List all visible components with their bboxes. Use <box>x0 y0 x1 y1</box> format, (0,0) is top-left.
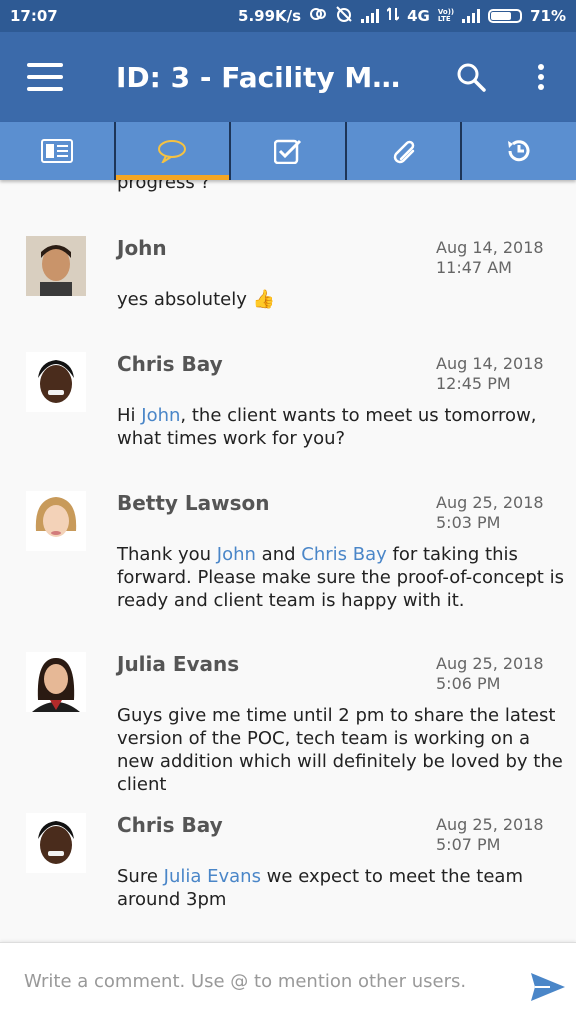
user-mention-link[interactable]: John <box>141 405 180 426</box>
comment-text: Sure <box>117 866 164 887</box>
more-vert-icon <box>538 64 544 90</box>
send-button[interactable] <box>528 967 568 1007</box>
app-bar: ID: 3 - Facility Man... <box>0 32 576 122</box>
tab-history[interactable] <box>462 122 576 180</box>
comment-date: Aug 25, 2018 5:03 PM <box>436 493 544 533</box>
comment-body: Thank you John and Chris Bay for taking … <box>117 543 567 612</box>
user-mention-link[interactable]: Chris Bay <box>301 544 387 565</box>
comment-body: Sure Julia Evans we expect to meet the t… <box>117 865 567 911</box>
signal-icon <box>361 9 380 23</box>
truncated-comment-text: progress ? <box>117 180 210 193</box>
comment-composer <box>0 942 576 1024</box>
comment-list[interactable]: progress ? John Aug 14, 2018 11:47 AM ye… <box>0 180 576 942</box>
battery-fill <box>491 12 511 20</box>
comment-author[interactable]: Chris Bay <box>117 352 223 376</box>
comment-body: yes absolutely 👍 <box>117 288 567 311</box>
volte-bottom-label: LTE <box>437 15 451 23</box>
tab-attachments[interactable] <box>347 122 463 180</box>
avatar[interactable] <box>26 491 86 551</box>
comment-date-time: 11:47 AM <box>436 258 512 277</box>
user-mention-link[interactable]: John <box>217 544 256 565</box>
page-title: ID: 3 - Facility Man... <box>116 60 436 94</box>
comment-text: yes absolutely <box>117 289 253 310</box>
network-type: 4G <box>407 7 430 25</box>
history-icon <box>508 140 530 162</box>
overflow-menu-button[interactable] <box>506 32 576 122</box>
status-indicators: 5.99K/s 4G Vo)) LTE 71% <box>238 5 566 27</box>
comment-input[interactable] <box>24 971 504 992</box>
comment-text: , the client wants to meet us tomorrow, … <box>117 405 537 449</box>
user-mention-link[interactable]: Julia Evans <box>164 866 261 887</box>
comment-date-day: Aug 25, 2018 <box>436 493 544 512</box>
comment-text: Thank you <box>117 544 217 565</box>
search-icon <box>457 63 486 92</box>
comment-date-day: Aug 14, 2018 <box>436 354 544 373</box>
tab-bar <box>0 122 576 180</box>
status-bar: 17:07 5.99K/s 4G Vo)) LTE 71% <box>0 0 576 32</box>
comment-date-time: 5:07 PM <box>436 835 501 854</box>
comment-date-day: Aug 25, 2018 <box>436 815 544 834</box>
tab-comments[interactable] <box>115 122 232 180</box>
sync-icon <box>309 6 327 26</box>
comments-icon <box>158 140 187 163</box>
comment-date: Aug 25, 2018 5:07 PM <box>436 815 544 855</box>
signal-icon-2 <box>462 9 481 23</box>
avatar[interactable] <box>26 652 86 712</box>
hamburger-menu-icon <box>27 63 63 91</box>
comment-date: Aug 25, 2018 5:06 PM <box>436 654 544 694</box>
comment-date: Aug 14, 2018 11:47 AM <box>436 238 544 278</box>
data-transfer-icon <box>386 6 400 26</box>
avatar[interactable] <box>26 236 86 296</box>
send-icon <box>531 973 565 1001</box>
menu-button[interactable] <box>0 32 90 122</box>
comment-date-day: Aug 25, 2018 <box>436 654 544 673</box>
tasks-icon <box>273 139 302 164</box>
comment-date-time: 5:03 PM <box>436 513 501 532</box>
search-button[interactable] <box>436 32 506 122</box>
battery-percent: 71% <box>530 7 566 25</box>
details-icon <box>40 139 73 163</box>
comment-author[interactable]: Julia Evans <box>117 652 239 676</box>
attachment-icon <box>393 140 414 164</box>
tab-tasks[interactable] <box>231 122 347 180</box>
tab-details[interactable] <box>0 122 116 180</box>
status-time: 17:07 <box>10 7 58 25</box>
net-speed: 5.99K/s <box>238 7 302 25</box>
comment-text: and <box>255 544 302 565</box>
comment-text: Hi <box>117 405 142 426</box>
comment-author[interactable]: Chris Bay <box>117 813 223 837</box>
comment-author[interactable]: John <box>117 236 167 260</box>
avatar[interactable] <box>26 352 86 412</box>
comment-date-time: 5:06 PM <box>436 674 501 693</box>
thumbs-up-emoji: 👍 <box>252 289 276 310</box>
alarm-off-icon <box>335 5 353 27</box>
comment-date: Aug 14, 2018 12:45 PM <box>436 354 544 394</box>
comment-date-day: Aug 14, 2018 <box>436 238 544 257</box>
volte-icon: Vo)) LTE <box>438 9 454 23</box>
comment-text: Guys give me time until 2 pm to share th… <box>117 705 563 795</box>
comment-body: Hi John, the client wants to meet us tom… <box>117 404 567 450</box>
comment-author[interactable]: Betty Lawson <box>117 491 270 515</box>
comment-date-time: 12:45 PM <box>436 374 511 393</box>
avatar[interactable] <box>26 813 86 873</box>
comment-body: Guys give me time until 2 pm to share th… <box>117 704 567 796</box>
battery-icon <box>488 9 523 23</box>
